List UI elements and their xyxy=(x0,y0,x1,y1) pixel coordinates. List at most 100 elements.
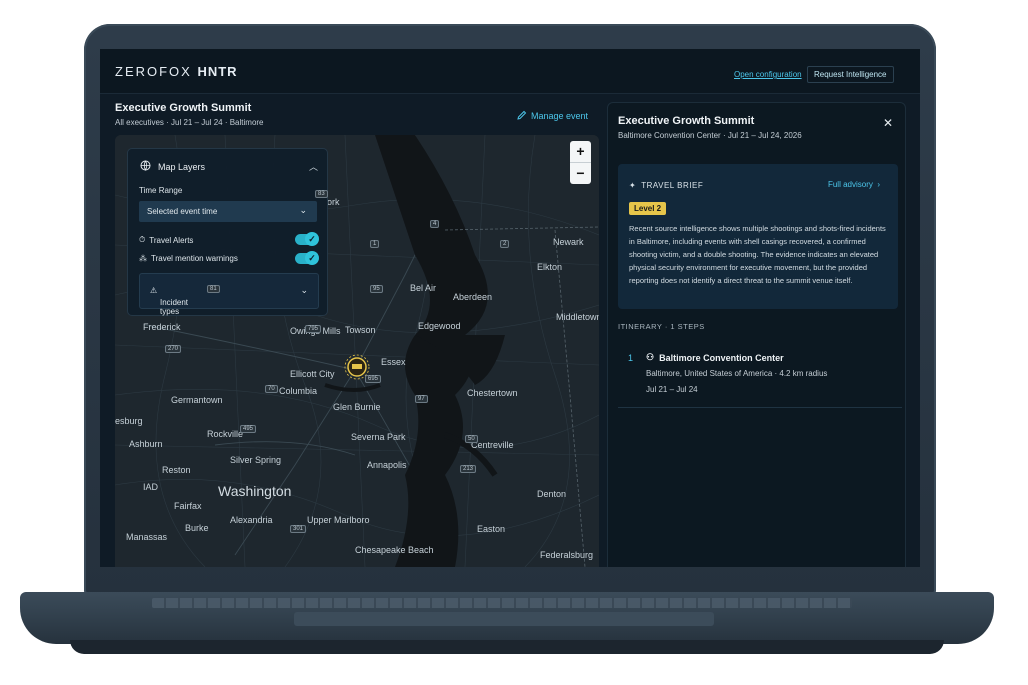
travel-brief-header: ✦ TRAVEL BRIEF xyxy=(629,181,703,190)
map-label: Denton xyxy=(537,489,567,499)
threat-level-badge: Level 2 xyxy=(629,202,667,215)
map-label: Newark xyxy=(553,237,584,247)
map-label: Easton xyxy=(477,524,506,534)
map-layers-title: Map Layers xyxy=(158,161,206,172)
map-layers-panel: Map Layers ︿ Time Range Selected event t… xyxy=(127,148,328,316)
map-label: Towson xyxy=(345,325,376,335)
map-zoom-control: + − xyxy=(570,141,591,184)
map-label: ork xyxy=(327,197,340,207)
alert-clock-icon: ⏱ xyxy=(139,235,146,244)
trackpad xyxy=(294,612,714,626)
highway-shield: 795 xyxy=(305,325,322,333)
map-label: Chesapeake Beach xyxy=(355,545,434,555)
group-icon: ⚇ xyxy=(646,352,655,362)
map-label: Middletown xyxy=(556,312,599,322)
highway-shield: 70 xyxy=(265,385,278,393)
map-label: esburg xyxy=(115,416,143,426)
zoom-in-button[interactable]: + xyxy=(570,141,591,162)
map-label: Essex xyxy=(381,357,406,367)
highway-shield: 81 xyxy=(207,285,220,293)
time-range-select[interactable]: Selected event time ⌄ xyxy=(139,201,317,222)
map-label: Annapolis xyxy=(367,460,407,470)
map-label: Glen Burnie xyxy=(333,402,381,412)
incident-types-text: Incident types xyxy=(160,298,189,316)
highway-shield: 1 xyxy=(370,240,380,248)
full-advisory-link[interactable]: Full advisory › xyxy=(828,180,880,189)
highway-shield: 97 xyxy=(415,395,428,403)
travel-mentions-row: ⁂ Travel mention warnings xyxy=(139,251,319,266)
close-icon[interactable]: ✕ xyxy=(883,116,893,130)
map-label: Manassas xyxy=(126,532,168,542)
travel-brief-card: ✦ TRAVEL BRIEF Full advisory › Level 2 R… xyxy=(618,164,898,309)
map-label: Columbia xyxy=(279,386,318,396)
event-detail-panel: Executive Growth Summit Baltimore Conven… xyxy=(607,102,906,567)
request-intelligence-button[interactable]: Request Intelligence xyxy=(807,66,894,83)
map-label: Aberdeen xyxy=(453,292,493,302)
map-label: Edgewood xyxy=(418,321,461,331)
highway-shield: 301 xyxy=(290,525,307,533)
step-name: Baltimore Convention Center xyxy=(659,352,784,363)
manage-event-button[interactable]: Manage event xyxy=(517,110,588,122)
time-range-label: Time Range xyxy=(139,186,183,195)
open-configuration-link[interactable]: Open configuration xyxy=(734,70,802,79)
map-label: IAD xyxy=(143,482,159,492)
manage-event-label: Manage event xyxy=(531,111,589,121)
map-label: Fairfax xyxy=(174,501,202,511)
incident-types-dropdown[interactable]: ⚠ Incident types ⌄ xyxy=(139,273,319,316)
chevron-right-icon: › xyxy=(875,180,880,189)
globe-icon xyxy=(140,160,151,173)
travel-brief-title: TRAVEL BRIEF xyxy=(641,181,704,190)
top-bar: ZEROFOX HNTR Open configuration Request … xyxy=(100,49,920,94)
incident-types-label: ⚠ Incident types xyxy=(150,286,189,316)
map-view[interactable]: Frederick Owings Mills Towson Bel Air Ab… xyxy=(115,135,599,567)
app-screen: ZEROFOX HNTR Open configuration Request … xyxy=(100,49,920,567)
map-label: Ellicott City xyxy=(290,369,335,379)
step-name-row: ⚇ Baltimore Convention Center xyxy=(646,352,784,363)
travel-mentions-toggle[interactable] xyxy=(295,251,319,265)
broadcast-icon: ⁂ xyxy=(139,254,147,263)
chevron-up-icon[interactable]: ︿ xyxy=(309,160,318,173)
full-advisory-label: Full advisory xyxy=(827,180,873,189)
map-layers-header[interactable]: Map Layers xyxy=(140,160,205,173)
map-label: Elkton xyxy=(537,262,563,272)
pencil-icon xyxy=(517,110,527,122)
logo-prefix: ZEROFOX xyxy=(115,64,192,79)
laptop-base-foot xyxy=(70,640,944,654)
map-label: Rockville xyxy=(207,429,244,439)
map-label-washington: Washington xyxy=(218,483,292,499)
highway-shield: 213 xyxy=(460,465,477,473)
travel-alerts-toggle[interactable] xyxy=(295,232,319,246)
zoom-out-button[interactable]: − xyxy=(570,163,591,184)
highway-shield: 50 xyxy=(465,435,478,443)
map-label: Frederick xyxy=(143,322,181,332)
step-location: Baltimore, United States of America · 4.… xyxy=(646,369,828,378)
itinerary-step[interactable]: 1 ⚇ Baltimore Convention Center Baltimor… xyxy=(618,341,902,408)
highway-shield: 695 xyxy=(365,375,382,383)
event-subtitle: All executives · Jul 21 – Jul 24 · Balti… xyxy=(115,118,264,127)
map-label: Federalsburg xyxy=(540,550,594,560)
map-label: Upper Marlboro xyxy=(307,515,370,525)
map-label: Silver Spring xyxy=(230,455,282,465)
map-label: Ashburn xyxy=(129,439,163,449)
highway-shield: 4 xyxy=(430,220,440,228)
time-range-value: Selected event time xyxy=(147,207,218,216)
step-dates: Jul 21 – Jul 24 xyxy=(646,385,698,394)
panel-title: Executive Growth Summit xyxy=(618,115,755,127)
map-label: Severna Park xyxy=(351,432,406,442)
chevron-down-icon: ⌄ xyxy=(300,285,308,295)
event-title: Executive Growth Summit xyxy=(115,102,252,114)
panel-subtitle: Baltimore Convention Center · Jul 21 – J… xyxy=(618,131,802,140)
map-label: Burke xyxy=(185,523,209,533)
chevron-down-icon: ⌄ xyxy=(299,205,307,215)
map-label: Germantown xyxy=(171,395,223,405)
map-label: Bel Air xyxy=(410,283,437,293)
travel-alerts-row: ⏱ Travel Alerts xyxy=(139,232,319,247)
app-logo[interactable]: ZEROFOX HNTR xyxy=(115,64,238,79)
map-label: Reston xyxy=(162,465,191,475)
highway-shield: 495 xyxy=(240,425,257,433)
sparkle-icon: ✦ xyxy=(629,181,637,190)
highway-shield: 95 xyxy=(370,285,383,293)
travel-alerts-label: Travel Alerts xyxy=(149,235,194,245)
keyboard xyxy=(152,598,852,608)
highway-shield: 2 xyxy=(500,240,510,248)
